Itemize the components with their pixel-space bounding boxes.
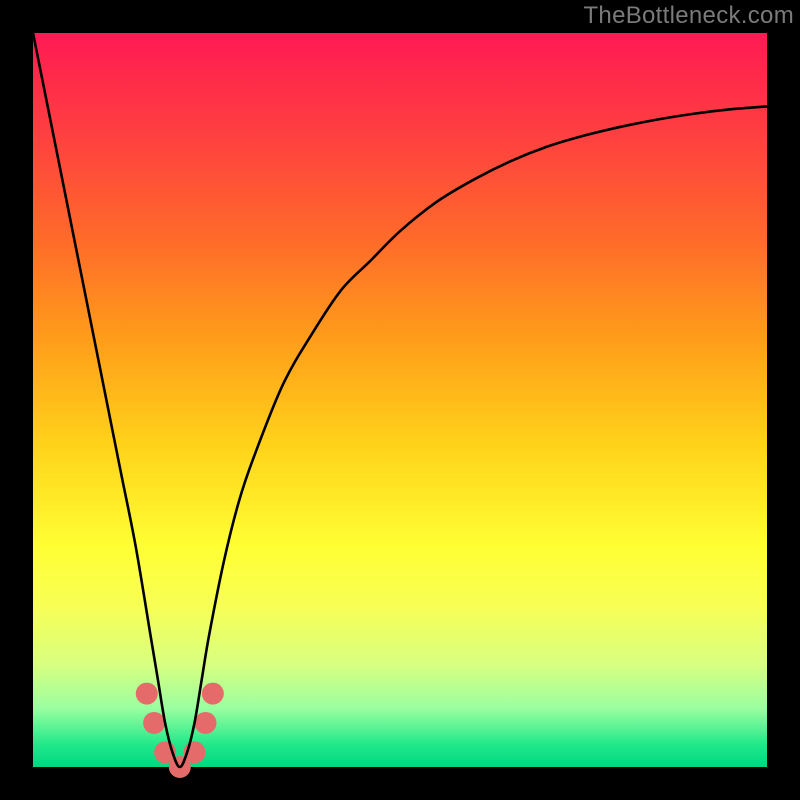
highlight-marker	[143, 712, 165, 734]
highlight-marker	[136, 683, 158, 705]
bottleneck-curve	[33, 33, 767, 767]
chart-stage: TheBottleneck.com	[0, 0, 800, 800]
highlight-marker	[194, 712, 216, 734]
chart-svg	[33, 33, 767, 767]
plot-area	[33, 33, 767, 767]
watermark-text: TheBottleneck.com	[583, 2, 794, 30]
highlight-marker	[202, 683, 224, 705]
highlight-markers-group	[136, 683, 224, 778]
